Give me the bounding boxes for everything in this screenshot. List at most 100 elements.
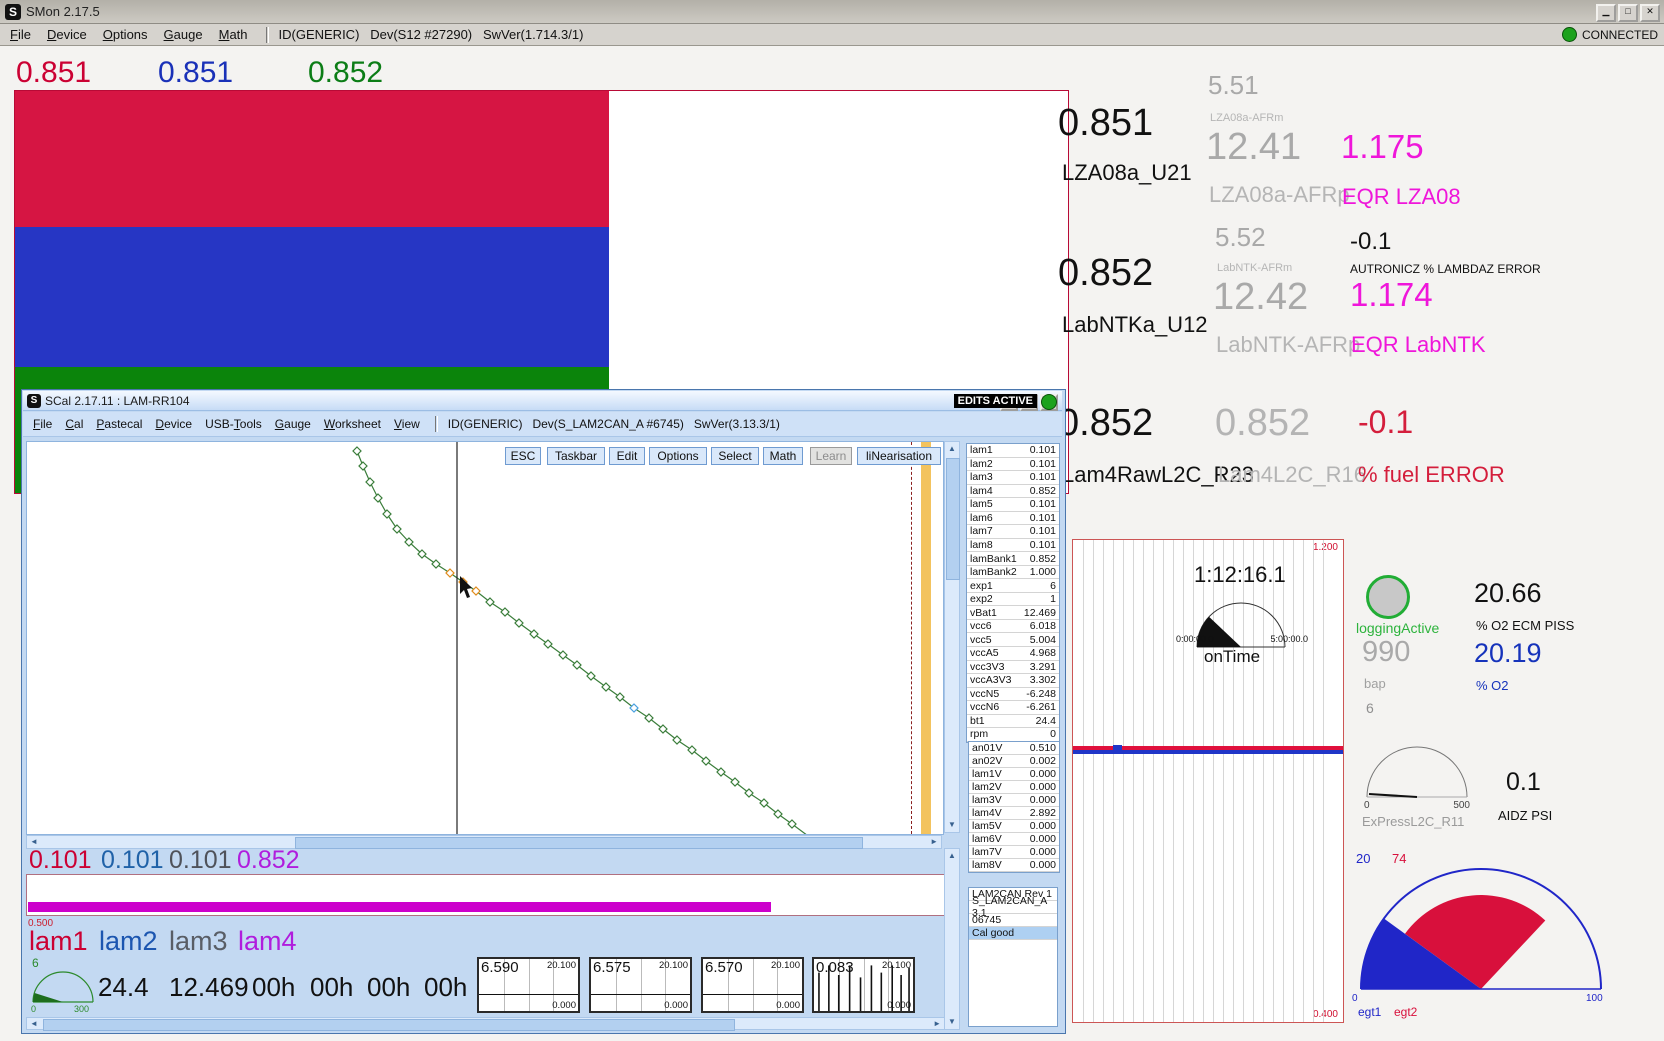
- labntk-afrm-value: 5.52: [1215, 222, 1266, 253]
- channel-list[interactable]: lam10.101lam20.101lam30.101lam40.852lam5…: [966, 443, 1060, 743]
- channel-row[interactable]: exp16: [967, 579, 1059, 593]
- channel-row[interactable]: lam10.101: [967, 444, 1059, 458]
- channel-row[interactable]: lam60.101: [967, 512, 1059, 526]
- bt1-gauge-max: 300: [74, 1004, 89, 1014]
- menu-scal-view[interactable]: View: [394, 417, 420, 431]
- voltage-row[interactable]: an01V0.510: [969, 742, 1059, 755]
- scroll-up-icon[interactable]: ▲: [945, 443, 959, 455]
- chart-point[interactable]: [432, 560, 440, 568]
- minimize-icon[interactable]: ▁: [1596, 4, 1616, 22]
- chart-point[interactable]: [602, 683, 610, 691]
- channel-row[interactable]: vccA3V33.302: [967, 674, 1059, 688]
- voltage-row[interactable]: lam5V0.000: [969, 820, 1059, 833]
- menu-smon-math[interactable]: Math: [219, 27, 248, 42]
- voltage-row[interactable]: lam2V0.000: [969, 781, 1059, 794]
- menu-scal-worksheet[interactable]: Worksheet: [324, 417, 381, 431]
- channel-row[interactable]: lamBank21.000: [967, 566, 1059, 580]
- lower-vertical-scrollbar[interactable]: ▲ ▼: [944, 848, 960, 1030]
- toolbar-esc-button[interactable]: ESC: [505, 447, 541, 465]
- chart-point[interactable]: [374, 494, 382, 502]
- bottom-horizontal-scrollbar[interactable]: ◄ ►: [26, 1017, 945, 1030]
- voltage-row[interactable]: lam7V0.000: [969, 846, 1059, 859]
- chart-point[interactable]: [559, 651, 567, 659]
- toolbar-edit-button[interactable]: Edit: [609, 447, 645, 465]
- menu-smon-gauge[interactable]: Gauge: [164, 27, 203, 42]
- toolbar-taskbar-button[interactable]: Taskbar: [547, 447, 605, 465]
- maximize-icon[interactable]: □: [1618, 4, 1638, 22]
- channel-row[interactable]: vcc3V33.291: [967, 661, 1059, 675]
- scroll-down-icon[interactable]: ▼: [945, 819, 959, 831]
- channel-row[interactable]: rpm0: [967, 728, 1059, 742]
- menu-scal-cal[interactable]: Cal: [65, 417, 83, 431]
- channel-row[interactable]: vccN5-6.248: [967, 688, 1059, 702]
- channel-row[interactable]: lam80.101: [967, 539, 1059, 553]
- info-line[interactable]: S_LAM2CAN_A 3.1: [969, 901, 1057, 914]
- toolbar-math-button[interactable]: Math: [763, 447, 803, 465]
- egt-max-label: 100: [1586, 993, 1603, 1004]
- lza-value: 0.851: [1058, 102, 1153, 145]
- channel-row[interactable]: lam30.101: [967, 471, 1059, 485]
- menu-smon-device[interactable]: Device: [47, 27, 87, 42]
- channel-row[interactable]: lam70.101: [967, 525, 1059, 539]
- chart-point[interactable]: [544, 640, 552, 648]
- scroll-down-icon[interactable]: ▼: [945, 1016, 959, 1028]
- chart-point[interactable]: [530, 630, 538, 638]
- scrollbar-thumb[interactable]: [295, 837, 863, 849]
- toolbar-options-button[interactable]: Options: [649, 447, 707, 465]
- chart-point[interactable]: [717, 768, 725, 776]
- channel-row[interactable]: vccN6-6.261: [967, 701, 1059, 715]
- scrollbar-thumb[interactable]: [43, 1019, 735, 1031]
- menu-scal-gauge[interactable]: Gauge: [275, 417, 311, 431]
- scroll-left-icon[interactable]: ◄: [30, 1018, 38, 1030]
- toolbar-linearisation-button[interactable]: liNearisation: [857, 447, 941, 465]
- calibration-chart[interactable]: ESCTaskbarEditOptionsSelectMathLearnliNe…: [26, 441, 944, 835]
- channel-row[interactable]: vcc55.004: [967, 633, 1059, 647]
- chart-point[interactable]: [383, 510, 391, 518]
- voltage-row[interactable]: an02V0.002: [969, 755, 1059, 768]
- chart-vertical-scrollbar[interactable]: ▲ ▼: [944, 441, 960, 833]
- menu-scal-file[interactable]: File: [33, 417, 52, 431]
- chart-point[interactable]: [366, 478, 374, 486]
- smon-titlebar[interactable]: S SMon 2.17.5 ▁ □ ✕: [0, 0, 1664, 24]
- channel-row[interactable]: exp21: [967, 593, 1059, 607]
- device-info-box[interactable]: LAM2CAN Rev 1S_LAM2CAN_A 3.106745Cal goo…: [968, 887, 1058, 1027]
- lam-label-1: lam1: [29, 926, 88, 957]
- scroll-right-icon[interactable]: ►: [930, 836, 938, 848]
- channel-row[interactable]: lamBank10.852: [967, 552, 1059, 566]
- chart-highlight-band: [921, 442, 931, 834]
- channel-row[interactable]: lam40.852: [967, 485, 1059, 499]
- mini-chart-gridline: [529, 959, 530, 1011]
- voltage-row[interactable]: lam8V0.000: [969, 859, 1059, 872]
- channel-row[interactable]: vcc66.018: [967, 620, 1059, 634]
- channel-row[interactable]: bt124.4: [967, 715, 1059, 729]
- mini-chart-2: 6.57520.1000.000: [589, 957, 692, 1013]
- menu-smon-file[interactable]: File: [10, 27, 31, 42]
- channel-row[interactable]: vBat112.469: [967, 606, 1059, 620]
- menu-smon-options[interactable]: Options: [103, 27, 148, 42]
- channel-row[interactable]: lam50.101: [967, 498, 1059, 512]
- chart-point[interactable]: [359, 462, 367, 470]
- strip-gridline: [1133, 540, 1134, 1022]
- menu-scal-pastecal[interactable]: Pastecal: [96, 417, 142, 431]
- mouse-cursor-icon: [460, 576, 472, 598]
- scroll-up-icon[interactable]: ▲: [945, 850, 959, 862]
- voltage-row[interactable]: lam4V2.892: [969, 807, 1059, 820]
- channel-row[interactable]: vccA54.968: [967, 647, 1059, 661]
- menu-scal-usb-tools[interactable]: USB-Tools: [205, 417, 262, 431]
- edits-active-badge: EDITS ACTIVE: [954, 394, 1037, 408]
- chart-point[interactable]: [446, 569, 454, 577]
- chart-point[interactable]: [353, 447, 361, 455]
- voltage-row[interactable]: lam1V0.000: [969, 768, 1059, 781]
- scal-titlebar[interactable]: S SCal 2.17.11 : LAM-RR104 ▁ □ ✕: [23, 391, 1062, 411]
- toolbar-select-button[interactable]: Select: [711, 447, 759, 465]
- menu-scal-device[interactable]: Device: [155, 417, 192, 431]
- info-line[interactable]: Cal good: [969, 927, 1057, 940]
- voltage-list[interactable]: an01V0.510an02V0.002lam1V0.000lam2V0.000…: [968, 741, 1060, 873]
- calibration-curve[interactable]: [27, 442, 907, 834]
- voltage-row[interactable]: lam6V0.000: [969, 833, 1059, 846]
- voltage-row[interactable]: lam3V0.000: [969, 794, 1059, 807]
- channel-row[interactable]: lam20.101: [967, 458, 1059, 472]
- close-icon[interactable]: ✕: [1640, 4, 1660, 22]
- scrollbar-thumb[interactable]: [946, 458, 960, 580]
- scroll-right-icon[interactable]: ►: [933, 1018, 941, 1030]
